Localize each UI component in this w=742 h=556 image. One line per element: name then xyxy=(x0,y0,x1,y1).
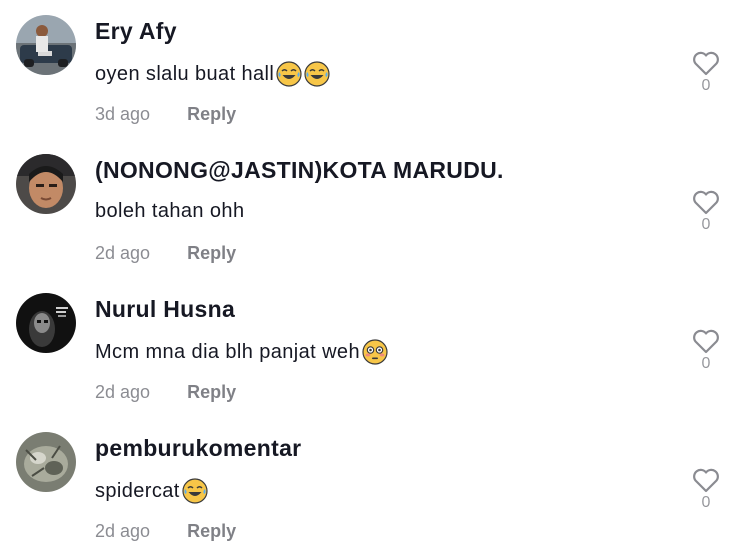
like-button[interactable]: 0 xyxy=(688,50,724,95)
comment-username[interactable]: Ery Afy xyxy=(95,18,177,45)
comment-text-content: spidercat xyxy=(95,479,180,502)
comment-text-content: boleh tahan ohh xyxy=(95,200,245,222)
comment-timestamp: 2d ago xyxy=(95,382,151,402)
tears-of-joy-emoji-icon xyxy=(276,61,302,87)
heart-icon[interactable] xyxy=(692,328,720,354)
comment-text: oyen slalu buat hall xyxy=(95,61,330,87)
comment-username[interactable]: (NONONG@JASTIN)KOTA MARUDU. xyxy=(95,157,504,184)
reply-button[interactable]: Reply xyxy=(187,521,236,542)
comment-meta: 2d ago Reply xyxy=(95,382,236,403)
heart-icon[interactable] xyxy=(692,189,720,215)
heart-icon[interactable] xyxy=(692,50,720,76)
comment-username[interactable]: Nurul Husna xyxy=(95,296,235,323)
comment-meta: 2d ago Reply xyxy=(95,521,236,542)
comment-meta: 2d ago Reply xyxy=(95,243,236,264)
avatar[interactable] xyxy=(16,293,76,353)
like-count: 0 xyxy=(701,77,711,94)
comment-item: Ery Afy oyen slalu buat hall 3d ago Repl… xyxy=(0,0,742,139)
comment-item: (NONONG@JASTIN)KOTA MARUDU. boleh tahan … xyxy=(0,139,742,278)
comment-text: spidercat xyxy=(95,478,208,504)
heart-icon[interactable] xyxy=(692,467,720,493)
comment-timestamp: 2d ago xyxy=(95,521,151,541)
flushed-face-emoji-icon xyxy=(362,339,388,365)
comment-meta: 3d ago Reply xyxy=(95,104,236,125)
reply-button[interactable]: Reply xyxy=(187,104,236,125)
like-button[interactable]: 0 xyxy=(688,467,724,512)
comment-text-content: Mcm mna dia blh panjat weh xyxy=(95,340,360,363)
reply-button[interactable]: Reply xyxy=(187,243,236,264)
comment-timestamp: 2d ago xyxy=(95,243,151,263)
like-button[interactable]: 0 xyxy=(688,328,724,373)
comment-text: boleh tahan ohh xyxy=(95,200,244,223)
like-count: 0 xyxy=(701,216,711,233)
tears-of-joy-emoji-icon xyxy=(182,478,208,504)
comment-text-content: oyen slalu buat hall xyxy=(95,62,275,85)
like-button[interactable]: 0 xyxy=(688,189,724,234)
like-count: 0 xyxy=(701,355,711,372)
comment-timestamp: 3d ago xyxy=(95,104,151,124)
comment-item: Nurul Husna Mcm mna dia blh panjat weh 2… xyxy=(0,278,742,417)
like-count: 0 xyxy=(701,494,711,511)
avatar[interactable] xyxy=(16,432,76,492)
avatar[interactable] xyxy=(16,15,76,75)
tears-of-joy-emoji-icon xyxy=(304,61,330,87)
avatar[interactable] xyxy=(16,154,76,214)
reply-button[interactable]: Reply xyxy=(187,382,236,403)
comment-text: Mcm mna dia blh panjat weh xyxy=(95,339,388,365)
comment-username[interactable]: pemburukomentar xyxy=(95,435,301,462)
comment-item: pemburukomentar spidercat 2d ago Reply 0 xyxy=(0,417,742,556)
